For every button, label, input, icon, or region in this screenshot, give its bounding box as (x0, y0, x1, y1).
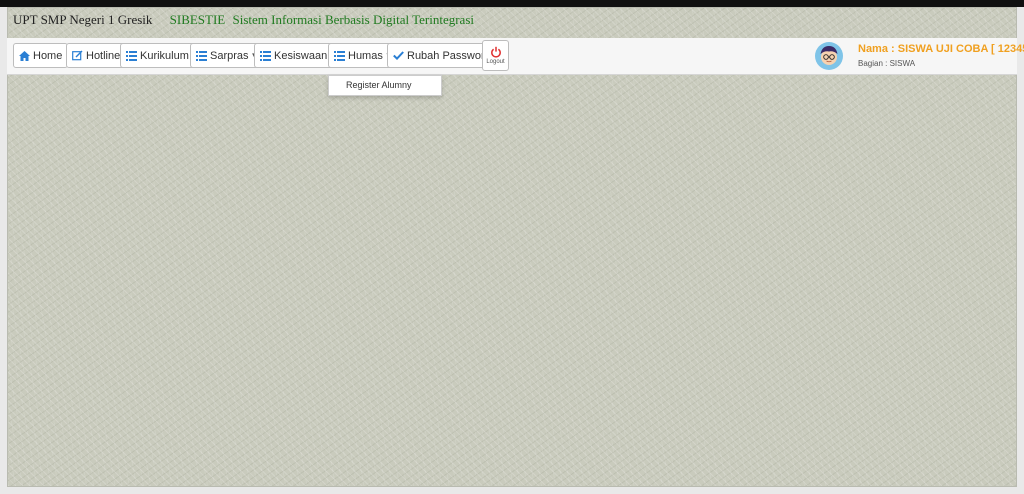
menu-item-register-alumny[interactable]: Register Alumny (329, 76, 441, 90)
hotline-label: Hotline (86, 49, 121, 62)
home-icon (19, 50, 30, 61)
edit-icon (72, 50, 83, 61)
school-name: UPT SMP Negeri 1 Gresik (13, 12, 153, 27)
list-icon (126, 50, 137, 61)
logout-button[interactable]: Logout (482, 40, 509, 71)
home-label: Home (33, 49, 63, 62)
kurikulum-label: Kurikulum (140, 49, 189, 62)
power-icon (490, 46, 501, 58)
list-icon (334, 50, 345, 61)
logout-label: Logout (486, 59, 505, 65)
list-icon (196, 50, 207, 61)
sarpras-label: Sarpras (210, 49, 249, 62)
check-icon (393, 51, 404, 60)
main-navbar: Home Hotline Kurikulum ▼ Sarpras ▼ Kesis… (7, 38, 1024, 75)
user-bagian: Bagian : SISWA (858, 59, 916, 68)
app-name: SIBESTIE (169, 12, 226, 27)
kesiswaan-label: Kesiswaan (274, 49, 328, 62)
page-background (7, 7, 1017, 487)
app-subtitle: Sistem Informasi Berbasis Digital Terint… (232, 12, 474, 27)
window-top-strip (0, 0, 1024, 7)
user-avatar[interactable] (815, 42, 843, 70)
rubah-password-button[interactable]: Rubah Password (387, 43, 497, 68)
hotline-button[interactable]: Hotline (66, 43, 127, 68)
humas-dropdown-menu: Register Alumny (328, 75, 442, 96)
rubah-password-label: Rubah Password (407, 49, 491, 62)
user-info: Nama : SISWA UJI COBA [ 12345 ] Bagian :… (815, 42, 1024, 72)
list-icon (260, 50, 271, 61)
app-header: UPT SMP Negeri 1 Gresik SIBESTIE Sistem … (13, 12, 474, 34)
home-button[interactable]: Home (13, 43, 69, 68)
humas-label: Humas (348, 49, 383, 62)
user-name: Nama : SISWA UJI COBA [ 12345 ] (858, 43, 1024, 55)
